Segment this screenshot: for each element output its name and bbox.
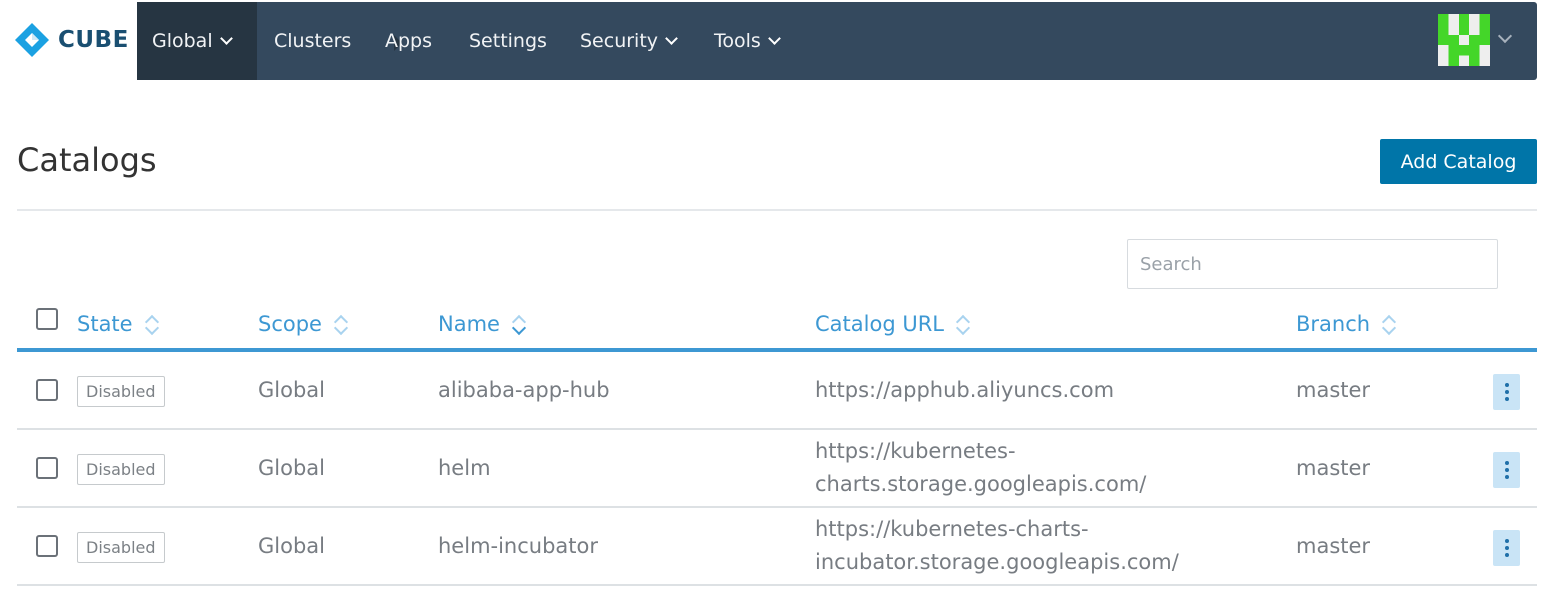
column-header-branch[interactable]: Branch <box>1296 309 1396 339</box>
column-header-name[interactable]: Name <box>438 309 526 339</box>
name-cell: helm <box>438 455 491 480</box>
sort-descending-icon <box>512 312 526 336</box>
catalog-url-cell: https://kubernetes-charts- incubator.sto… <box>815 508 1179 584</box>
nav-label-security: Security <box>580 30 659 52</box>
column-label-branch: Branch <box>1296 312 1371 336</box>
user-avatar-icon[interactable] <box>1438 14 1490 66</box>
nav-item-clusters[interactable]: Clusters <box>274 2 351 80</box>
branch-cell: master <box>1296 377 1371 402</box>
nav-item-apps[interactable]: Apps <box>385 2 432 80</box>
scope-cell: Global <box>258 455 325 480</box>
top-navbar: Global Clusters Apps Settings Security T… <box>137 2 1537 80</box>
title-divider <box>17 209 1537 211</box>
table-row: Disabled Global alibaba-app-hub https://… <box>17 352 1537 430</box>
catalog-url-line: https://apphub.aliyuncs.com <box>815 377 1115 402</box>
nav-item-security[interactable]: Security <box>580 2 678 80</box>
catalog-url-cell: https://apphub.aliyuncs.com <box>815 352 1114 428</box>
catalog-url-line: charts.storage.googleapis.com/ <box>815 472 1147 496</box>
status-badge: Disabled <box>77 454 165 485</box>
row-checkbox[interactable] <box>36 379 58 401</box>
chevron-down-icon <box>665 31 678 45</box>
search-input[interactable] <box>1127 239 1498 289</box>
page-title: Catalogs <box>17 141 157 179</box>
nav-label-clusters: Clusters <box>274 30 352 52</box>
catalog-url-line: incubator.storage.googleapis.com/ <box>815 550 1179 574</box>
select-all-checkbox[interactable] <box>36 308 58 330</box>
status-badge: Disabled <box>77 532 165 563</box>
row-checkbox[interactable] <box>36 457 58 479</box>
scope-cell: Global <box>258 533 325 558</box>
sort-icon <box>145 312 159 336</box>
nav-label-apps: Apps <box>385 30 433 52</box>
name-cell: helm-incubator <box>438 533 599 558</box>
sort-icon <box>956 312 970 336</box>
catalog-url-cell: https://kubernetes- charts.storage.googl… <box>815 430 1146 506</box>
row-actions-menu-button[interactable] <box>1493 530 1520 566</box>
table-row: Disabled Global helm https://kubernetes-… <box>17 430 1537 508</box>
column-label-catalog-url: Catalog URL <box>815 312 944 336</box>
row-actions-menu-button[interactable] <box>1493 452 1520 488</box>
column-label-name: Name <box>438 312 500 336</box>
column-label-state: State <box>77 312 133 336</box>
add-catalog-button[interactable]: Add Catalog <box>1380 139 1537 184</box>
column-header-state[interactable]: State <box>77 309 159 339</box>
cube-logo-icon <box>15 23 49 57</box>
row-checkbox[interactable] <box>36 535 58 557</box>
sort-icon <box>1382 312 1396 336</box>
catalog-url-line: https://kubernetes-charts- <box>815 517 1089 541</box>
branch-cell: master <box>1296 455 1371 480</box>
chevron-down-icon <box>219 31 233 45</box>
scope-cell: Global <box>258 377 325 402</box>
status-badge: Disabled <box>77 376 165 407</box>
nav-label-global: Global <box>152 30 213 52</box>
brand-logo[interactable]: CUBE <box>14 22 129 58</box>
name-cell: alibaba-app-hub <box>438 377 610 402</box>
nav-label-tools: Tools <box>714 30 761 52</box>
brand-name: CUBE <box>58 27 129 53</box>
table-row: Disabled Global helm-incubator https://k… <box>17 508 1537 586</box>
row-actions-menu-button[interactable] <box>1493 374 1520 410</box>
column-header-catalog-url[interactable]: Catalog URL <box>815 309 970 339</box>
nav-label-settings: Settings <box>469 30 547 52</box>
branch-cell: master <box>1296 533 1371 558</box>
nav-item-tools[interactable]: Tools <box>714 2 781 80</box>
nav-item-settings[interactable]: Settings <box>469 2 547 80</box>
column-header-scope[interactable]: Scope <box>258 309 348 339</box>
nav-item-global[interactable]: Global <box>137 2 257 80</box>
catalog-url-line: https://kubernetes- <box>815 439 1016 463</box>
sort-icon <box>334 312 348 336</box>
column-label-scope: Scope <box>258 312 322 336</box>
chevron-down-icon <box>767 31 781 45</box>
